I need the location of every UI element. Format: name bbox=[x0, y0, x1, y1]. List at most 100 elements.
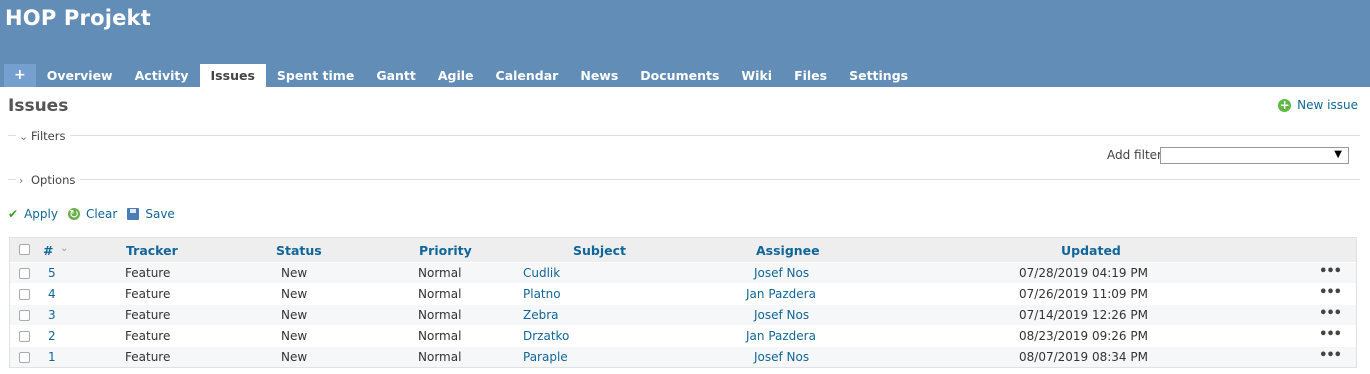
sort-chevron-icon[interactable]: ⌄ bbox=[60, 243, 68, 254]
priority-cell: Normal bbox=[418, 308, 462, 322]
tab-gantt[interactable]: Gantt bbox=[365, 64, 427, 87]
project-header: HOP Projekt + Overview Activity Issues S… bbox=[0, 0, 1370, 87]
issue-id-link[interactable]: 3 bbox=[48, 308, 56, 322]
subject-link[interactable]: Cudlik bbox=[523, 266, 560, 280]
table-header: # ⌄ Tracker Status Priority Subject Assi… bbox=[10, 238, 1356, 262]
tracker-cell: Feature bbox=[125, 287, 171, 301]
column-header-priority[interactable]: Priority bbox=[419, 243, 472, 258]
tab-news[interactable]: News bbox=[569, 64, 629, 87]
tracker-cell: Feature bbox=[125, 350, 171, 364]
select-all-checkbox[interactable] bbox=[19, 244, 30, 255]
tab-activity[interactable]: Activity bbox=[124, 64, 200, 87]
subject-link[interactable]: Platno bbox=[523, 287, 561, 301]
priority-cell: Normal bbox=[418, 329, 462, 343]
assignee-link[interactable]: Josef Nos bbox=[754, 266, 809, 280]
column-header-status[interactable]: Status bbox=[276, 243, 322, 258]
status-cell: New bbox=[281, 266, 308, 280]
column-header-updated[interactable]: Updated bbox=[1061, 243, 1121, 258]
column-header-id[interactable]: # bbox=[43, 243, 53, 258]
row-actions-icon[interactable]: ••• bbox=[1319, 285, 1342, 300]
table-row[interactable]: 5 Feature New Normal Cudlik Josef Nos 07… bbox=[10, 262, 1356, 283]
row-checkbox[interactable] bbox=[19, 268, 30, 279]
updated-cell: 07/14/2019 12:26 PM bbox=[1019, 308, 1148, 322]
updated-cell: 08/07/2019 08:34 PM bbox=[1019, 350, 1148, 364]
priority-cell: Normal bbox=[418, 287, 462, 301]
column-header-tracker[interactable]: Tracker bbox=[126, 243, 178, 258]
status-cell: New bbox=[281, 329, 308, 343]
row-checkbox[interactable] bbox=[19, 352, 30, 363]
assignee-link[interactable]: Josef Nos bbox=[754, 308, 809, 322]
checkmark-icon: ✔ bbox=[8, 207, 19, 221]
tracker-cell: Feature bbox=[125, 329, 171, 343]
tab-spent-time[interactable]: Spent time bbox=[266, 64, 365, 87]
chevron-right-icon: › bbox=[19, 173, 24, 187]
save-label: Save bbox=[145, 207, 175, 221]
dropdown-arrow-icon: ▼ bbox=[1334, 149, 1342, 160]
filters-legend: Filters bbox=[31, 129, 66, 143]
table-row[interactable]: 1 Feature New Normal Paraple Josef Nos 0… bbox=[10, 346, 1356, 367]
row-actions-icon[interactable]: ••• bbox=[1319, 306, 1342, 321]
row-actions-icon[interactable]: ••• bbox=[1319, 348, 1342, 363]
save-button[interactable]: Save bbox=[127, 207, 175, 221]
status-cell: New bbox=[281, 287, 308, 301]
clear-button[interactable]: ↻ Clear bbox=[67, 207, 118, 221]
subject-link[interactable]: Zebra bbox=[523, 308, 559, 322]
status-cell: New bbox=[281, 308, 308, 322]
issues-table: # ⌄ Tracker Status Priority Subject Assi… bbox=[9, 237, 1357, 368]
tab-documents[interactable]: Documents bbox=[629, 64, 730, 87]
tracker-cell: Feature bbox=[125, 308, 171, 322]
options-legend: Options bbox=[31, 173, 76, 187]
column-header-assignee[interactable]: Assignee bbox=[756, 243, 820, 258]
issue-id-link[interactable]: 4 bbox=[48, 287, 56, 301]
apply-label: Apply bbox=[24, 207, 58, 221]
issue-id-link[interactable]: 2 bbox=[48, 329, 56, 343]
row-checkbox[interactable] bbox=[19, 289, 30, 300]
column-header-subject[interactable]: Subject bbox=[573, 243, 626, 258]
new-issue-link[interactable]: + New issue bbox=[1278, 98, 1358, 112]
new-issue-label: New issue bbox=[1297, 98, 1358, 112]
updated-cell: 07/28/2019 04:19 PM bbox=[1019, 266, 1148, 280]
issue-id-link[interactable]: 1 bbox=[48, 350, 56, 364]
clear-label: Clear bbox=[85, 207, 118, 221]
reload-icon: ↻ bbox=[67, 207, 80, 221]
updated-cell: 08/23/2019 09:26 PM bbox=[1019, 329, 1148, 343]
table-row[interactable]: 4 Feature New Normal Platno Jan Pazdera … bbox=[10, 283, 1356, 304]
status-cell: New bbox=[281, 350, 308, 364]
tab-settings[interactable]: Settings bbox=[838, 64, 919, 87]
options-toggle[interactable]: › Options bbox=[16, 173, 81, 187]
filters-toggle[interactable]: ⌄ Filters bbox=[16, 129, 71, 143]
table-row[interactable]: 3 Feature New Normal Zebra Josef Nos 07/… bbox=[10, 304, 1356, 325]
subject-link[interactable]: Drzatko bbox=[523, 329, 569, 343]
tab-files[interactable]: Files bbox=[783, 64, 838, 87]
priority-cell: Normal bbox=[418, 350, 462, 364]
table-row[interactable]: 2 Feature New Normal Drzatko Jan Pazdera… bbox=[10, 325, 1356, 346]
issue-id-link[interactable]: 5 bbox=[48, 266, 56, 280]
main-menu-tabs: + Overview Activity Issues Spent time Ga… bbox=[0, 64, 919, 87]
assignee-link[interactable]: Jan Pazdera bbox=[746, 329, 816, 343]
assignee-link[interactable]: Jan Pazdera bbox=[746, 287, 816, 301]
updated-cell: 07/26/2019 11:09 PM bbox=[1019, 287, 1148, 301]
row-actions-icon[interactable]: ••• bbox=[1319, 327, 1342, 342]
tab-calendar[interactable]: Calendar bbox=[485, 64, 570, 87]
page-title: Issues bbox=[8, 96, 69, 116]
tab-wiki[interactable]: Wiki bbox=[730, 64, 783, 87]
query-actions: ✔ Apply ↻ Clear Save bbox=[8, 207, 185, 221]
add-filter-select[interactable]: ▼ bbox=[1160, 147, 1349, 164]
assignee-link[interactable]: Josef Nos bbox=[754, 350, 809, 364]
row-checkbox[interactable] bbox=[19, 331, 30, 342]
project-title[interactable]: HOP Projekt bbox=[5, 6, 151, 30]
row-checkbox[interactable] bbox=[19, 310, 30, 321]
apply-button[interactable]: ✔ Apply bbox=[8, 207, 58, 221]
tab-issues[interactable]: Issues bbox=[199, 64, 266, 87]
options-fieldset-border bbox=[8, 179, 1360, 180]
chevron-down-icon: ⌄ bbox=[19, 129, 29, 143]
tracker-cell: Feature bbox=[125, 266, 171, 280]
priority-cell: Normal bbox=[418, 266, 462, 280]
save-disk-icon bbox=[127, 208, 140, 220]
row-actions-icon[interactable]: ••• bbox=[1319, 264, 1342, 279]
subject-link[interactable]: Paraple bbox=[523, 350, 568, 364]
tab-agile[interactable]: Agile bbox=[427, 64, 485, 87]
tab-overview[interactable]: Overview bbox=[36, 64, 124, 87]
new-object-tab[interactable]: + bbox=[4, 64, 36, 87]
add-filter-label: Add filter bbox=[1107, 148, 1162, 162]
